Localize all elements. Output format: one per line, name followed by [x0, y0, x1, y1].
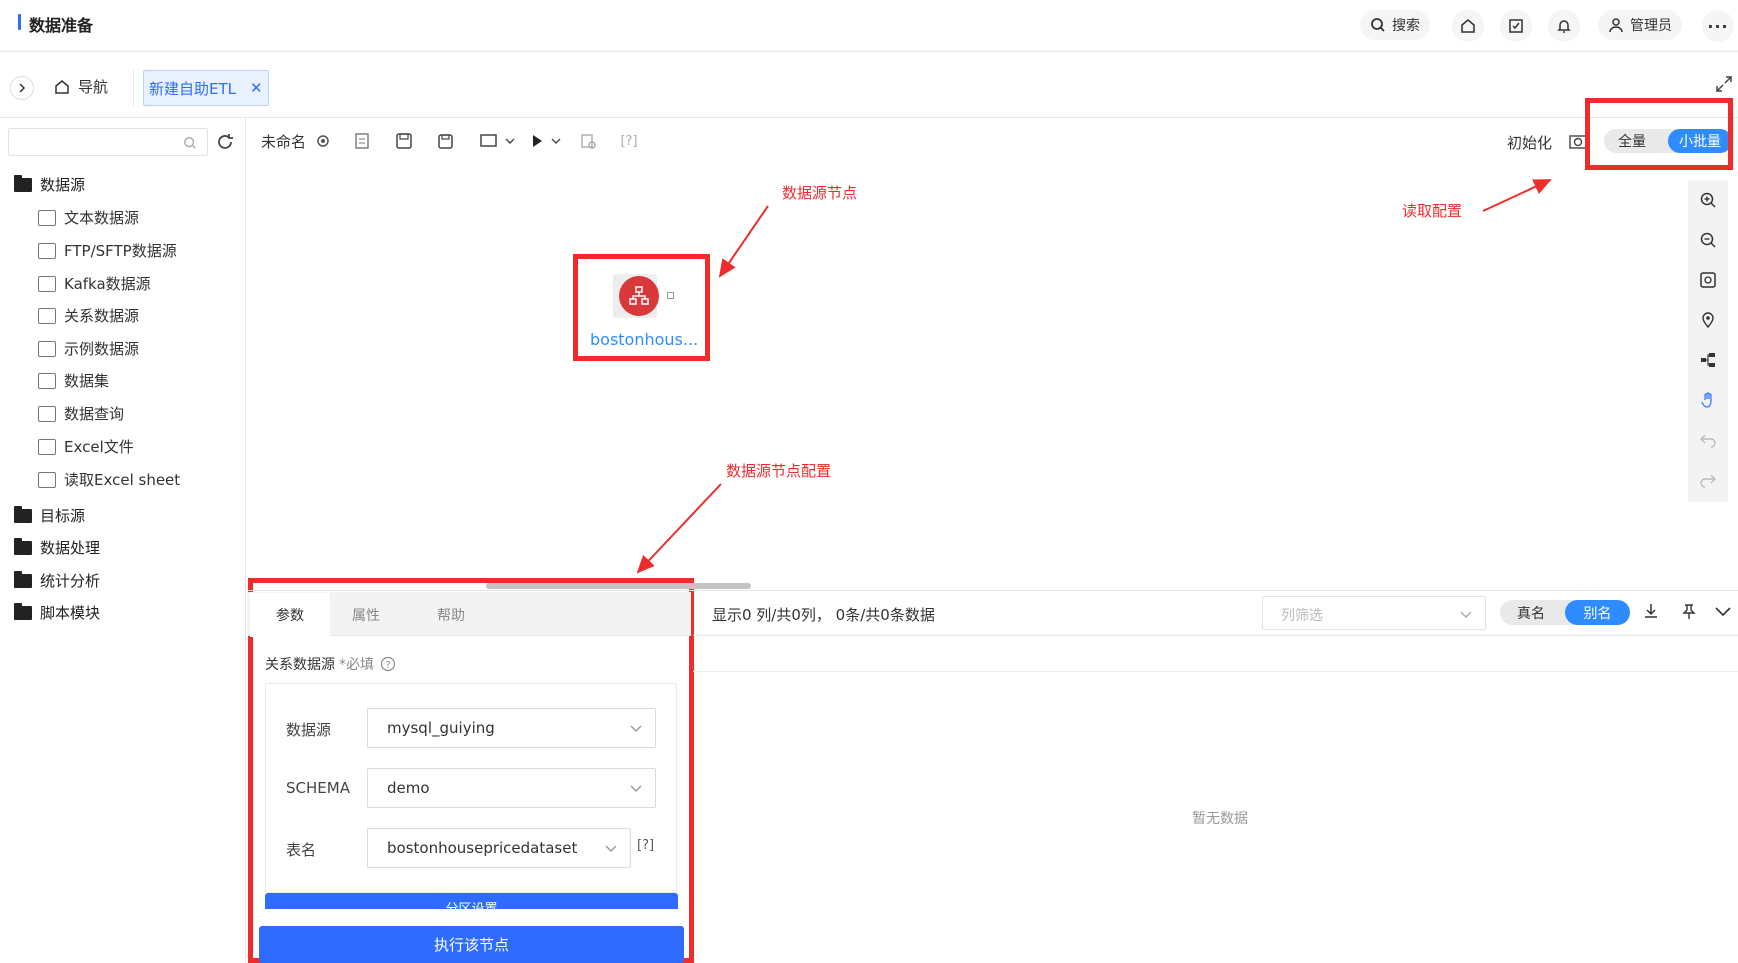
tab-params[interactable]: 参数 [250, 593, 330, 637]
table-select[interactable]: bostonhousepricedataset [367, 828, 631, 868]
annotation-arrows [636, 179, 1552, 574]
collapse-panel-icon[interactable] [1714, 602, 1732, 624]
name-mode-alias[interactable]: 别名 [1565, 600, 1630, 625]
download-icon[interactable] [1642, 602, 1660, 624]
column-filter-placeholder: 列筛选 [1281, 608, 1323, 624]
empty-state-text: 暂无数据 [1192, 811, 1248, 827]
select-value: mysql_guiying [387, 719, 495, 737]
table-help-icon[interactable]: [?] [637, 838, 654, 853]
datasource-select[interactable]: mysql_guiying [367, 708, 656, 748]
tab-help[interactable]: 帮助 [437, 605, 465, 625]
chevron-down-icon [605, 845, 617, 852]
canvas-scrollbar[interactable] [486, 583, 751, 589]
select-value: bostonhousepricedataset [387, 839, 578, 857]
section-title: 关系数据源 [265, 657, 335, 673]
column-filter-select[interactable]: 列筛选 [1262, 596, 1486, 630]
schema-label: SCHEMA [286, 779, 350, 797]
preview-stats: 显示0 列/共0列， 0条/共0条数据 [712, 606, 935, 624]
panel-divider[interactable] [247, 590, 1738, 591]
datasource-label: 数据源 [286, 721, 332, 739]
select-value: demo [387, 779, 430, 797]
partition-settings-button[interactable]: 分区设置 [265, 893, 678, 909]
pin-icon[interactable] [1680, 602, 1698, 624]
schema-select[interactable]: demo [367, 768, 656, 808]
table-label: 表名 [286, 841, 317, 859]
table-header-divider [693, 671, 1738, 672]
svg-text:?: ? [385, 660, 390, 671]
required-text: *必填 [339, 657, 374, 673]
name-mode-real[interactable]: 真名 [1517, 603, 1545, 623]
chevron-down-icon [1460, 611, 1472, 618]
chevron-down-icon [630, 725, 642, 732]
section-label: 关系数据源 *必填 ? [265, 654, 396, 674]
question-icon[interactable]: ? [380, 656, 396, 672]
run-node-button[interactable]: 执行该节点 [259, 926, 684, 963]
tab-attributes[interactable]: 属性 [352, 605, 380, 625]
chevron-down-icon [630, 785, 642, 792]
